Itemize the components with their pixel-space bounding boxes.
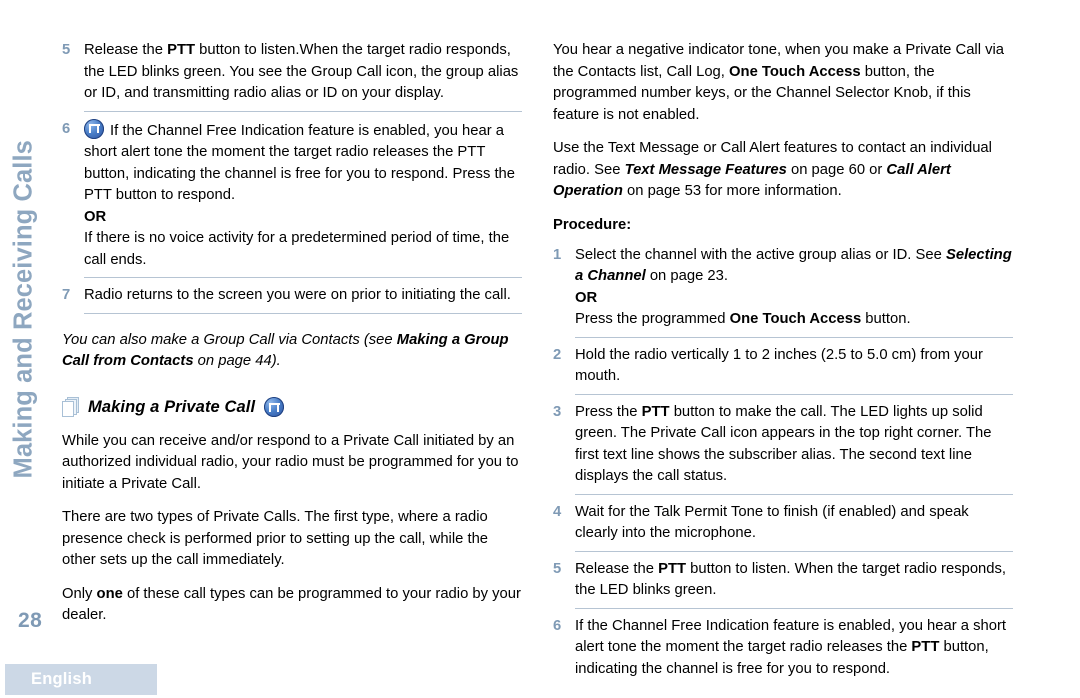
paragraph-lead: Only — [62, 585, 97, 602]
language-footer-bar: English — [5, 664, 157, 695]
text-message-features-ref: Text Message Features — [624, 161, 787, 178]
chapter-title: Making and Receiving Calls — [9, 140, 38, 479]
channel-free-tone-icon — [264, 397, 285, 417]
page-number: 28 — [18, 609, 43, 632]
step-text: Release the PTT button to listen. When t… — [575, 559, 1013, 602]
para-mid: on page 60 or — [786, 161, 887, 178]
right-step-1: 1 Select the channel with the active gro… — [553, 245, 1013, 331]
step-separator — [84, 110, 522, 112]
chapter-side-tab: Making and Receiving Calls 28 — [0, 0, 56, 698]
right-step-3: 3 Press the PTT button to make the call.… — [553, 402, 1013, 488]
language-label: English — [31, 670, 92, 688]
note-lead: You can also make a Group Call via Conta… — [62, 331, 397, 348]
one-bold: one — [96, 585, 123, 602]
step-text: If the Channel Free Indication feature i… — [84, 118, 522, 272]
one-touch-access-bold: One Touch Access — [729, 63, 861, 80]
step-text: If the Channel Free Indication feature i… — [575, 616, 1013, 681]
group-call-note: You can also make a Group Call via Conta… — [62, 330, 522, 373]
paragraph-private-call-types: There are two types of Private Calls. Th… — [62, 509, 489, 568]
paragraph-text-message-refs: Use the Text Message or Call Alert featu… — [553, 138, 1013, 203]
step-number: 1 — [553, 246, 562, 263]
step-separator — [575, 550, 1013, 552]
step-text: Press the PTT button to make the call. T… — [575, 402, 1013, 488]
step-number: 5 — [553, 560, 562, 577]
step-separator — [84, 312, 522, 314]
ptt-bold: PTT — [167, 42, 196, 58]
note-tail: on page 44). — [193, 353, 281, 369]
step-text: Release the PTT button to listen.When th… — [84, 40, 522, 105]
step-text-body: If the Channel Free Indication feature i… — [84, 122, 516, 204]
section-heading-text: Making a Private Call — [88, 397, 256, 416]
one-touch-access-bold: One Touch Access — [729, 311, 862, 327]
step-number: 7 — [62, 287, 71, 303]
step-number: 6 — [62, 120, 71, 137]
ptt-bold: PTT — [658, 560, 687, 577]
right-step-2: 2 Hold the radio vertically 1 to 2 inche… — [553, 345, 1013, 388]
step-separator — [84, 277, 522, 278]
step-separator — [575, 336, 1013, 338]
ptt-bold: PTT — [641, 403, 670, 420]
stacked-pages-icon — [62, 396, 79, 418]
step-lead: Select the channel with the active group… — [575, 246, 946, 263]
step-number: 6 — [553, 617, 562, 634]
paragraph-private-call-intro: While you can receive and/or respond to … — [62, 432, 519, 492]
section-heading-making-a-private-call: Making a Private Call — [62, 396, 522, 418]
or-lead: Press the programmed — [575, 311, 730, 327]
step-separator — [575, 493, 1013, 495]
step-text: Select the channel with the active group… — [575, 245, 1013, 331]
step-separator — [575, 393, 1013, 395]
step-lead: Release the — [575, 560, 659, 577]
ptt-bold: PTT — [911, 639, 940, 655]
channel-free-tone-icon — [84, 118, 104, 139]
step-text-lead: Release the — [84, 42, 168, 58]
left-column: 5 Release the PTT button to listen.When … — [62, 40, 522, 639]
step-separator — [575, 607, 1013, 609]
right-column: You hear a negative indicator tone, when… — [553, 40, 1013, 680]
procedure-label: Procedure: — [553, 216, 632, 233]
right-step-6: 6 If the Channel Free Indication feature… — [553, 616, 1013, 681]
step-number: 2 — [553, 346, 562, 363]
paragraph-negative-indicator-tone: You hear a negative indicator tone, when… — [553, 40, 1013, 126]
step-number: 4 — [553, 503, 562, 520]
right-step-5: 5 Release the PTT button to listen. When… — [553, 559, 1013, 602]
or-tail: button. — [861, 311, 911, 327]
step-text: Wait for the Talk Permit Tone to finish … — [575, 503, 969, 542]
step-lead: Press the — [575, 403, 642, 420]
para-tail: on page 53 for more information. — [622, 183, 842, 199]
left-step-7: 7 Radio returns to the screen you were o… — [62, 285, 522, 307]
step-tail: on page 23. — [645, 268, 728, 284]
left-step-6: 6 If the Channel Free Indication feature… — [62, 118, 522, 272]
right-step-4: 4 Wait for the Talk Permit Tone to finis… — [553, 502, 1013, 545]
step-number: 3 — [553, 403, 562, 420]
paragraph-private-call-dealer: Only one of these call types can be prog… — [62, 584, 522, 627]
or-label: OR — [575, 289, 598, 306]
paragraph-tail: of these call types can be programmed to… — [62, 585, 521, 624]
step-number: 5 — [62, 42, 71, 58]
step-text: Hold the radio vertically 1 to 2 inches … — [575, 346, 983, 385]
step-text: Radio returns to the screen you were on … — [84, 287, 511, 303]
or-alternative-text: If there is no voice activity for a pred… — [84, 230, 510, 268]
or-label: OR — [84, 208, 107, 225]
left-step-5: 5 Release the PTT button to listen.When … — [62, 40, 522, 105]
